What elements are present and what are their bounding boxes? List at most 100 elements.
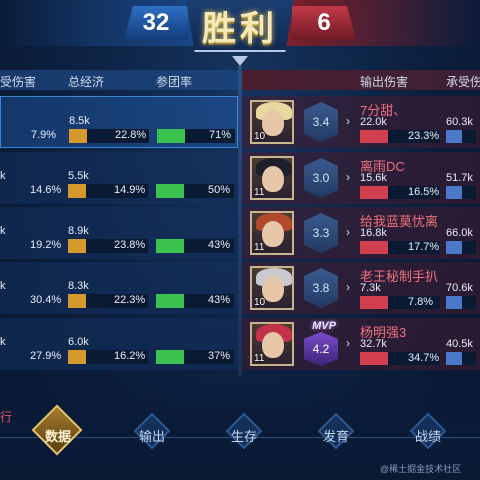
tab-survival[interactable]: 生存	[214, 412, 274, 458]
match-result-screen: 32 胜利 6 受伤害 总经济 参团率 输出伤害 承受伤 7.9% 8.5k 22.…	[0, 0, 480, 480]
damage-dealt-value: 7.3k	[360, 282, 381, 294]
victory-emblem: 胜利	[186, 0, 294, 52]
damage-taken-bar-fill	[446, 130, 462, 143]
player-row[interactable]: k 14.6% 5.5k 14.9% 50%	[0, 152, 238, 204]
enemy-player-row[interactable]: 11 MVP 4.2 › 杨明强3 32.7k 34.7% 40.5k	[242, 318, 480, 370]
participation-bar-fill	[156, 184, 184, 198]
rating-badge: 3.3	[304, 213, 338, 253]
damage-taken-pct: 30.4%	[30, 294, 62, 306]
enemy-player-row[interactable]: 11 3.0 › 离雨DC 15.6k 16.5% 51.7k	[242, 152, 480, 204]
damage-dealt-value: 32.7k	[360, 338, 387, 350]
gold-value: 8.5k	[69, 115, 90, 127]
chevron-right-icon[interactable]: ›	[346, 280, 350, 294]
hero-avatar: 11	[250, 322, 294, 366]
gold-bar-fill	[68, 294, 86, 308]
chevron-right-icon[interactable]: ›	[346, 225, 350, 239]
col-gold: 总经济	[68, 75, 105, 89]
damage-dealt-pct: 23.3%	[408, 130, 440, 142]
enemy-player-row[interactable]: 10 3.4 › 7分甜、 22.0k 23.3% 60.3k	[242, 96, 480, 148]
damage-taken-value: 40.5k	[446, 338, 473, 350]
chevron-right-icon[interactable]: ›	[346, 336, 350, 350]
tab-label: 发育	[322, 429, 349, 444]
rating-badge: 4.2	[304, 332, 338, 366]
left-column-header: 受伤害 总经济 参团率	[0, 70, 238, 90]
tab-data[interactable]: 数据	[28, 404, 88, 458]
tab-label: 战绩	[414, 429, 441, 444]
hero-face	[262, 110, 284, 136]
gold-pct: 16.2%	[114, 350, 146, 362]
participation-bar-fill	[156, 350, 184, 364]
damage-dealt-pct: 17.7%	[408, 241, 440, 253]
watermark: @稀土掘金技术社区	[380, 464, 462, 474]
participation-bar-fill	[156, 239, 184, 253]
blue-team-score: 32	[124, 6, 188, 40]
gold-value: 8.9k	[68, 225, 89, 237]
gold-value: 6.0k	[68, 336, 89, 348]
damage-taken-bar-fill	[446, 352, 462, 365]
damage-dealt-value: 15.6k	[360, 172, 387, 184]
hero-avatar: 10	[250, 266, 294, 310]
damage-taken-value: 60.3k	[446, 116, 473, 128]
hero-face	[262, 166, 284, 192]
chevron-right-icon[interactable]: ›	[346, 170, 350, 184]
damage-taken-bar-fill	[446, 296, 462, 309]
tab-label: 生存	[230, 429, 257, 444]
gold-value: 8.3k	[68, 280, 89, 292]
damage-taken-pct: 7.9%	[31, 129, 57, 141]
damage-taken-value: k	[0, 225, 6, 237]
tab-output[interactable]: 输出	[122, 412, 182, 458]
damage-taken-value: 70.6k	[446, 282, 473, 294]
damage-dealt-value: 16.8k	[360, 227, 387, 239]
player-row[interactable]: k 30.4% 8.3k 22.3% 43%	[0, 262, 238, 314]
gold-bar-fill	[68, 350, 86, 364]
hero-avatar: 11	[250, 156, 294, 200]
damage-dealt-bar-fill	[360, 241, 388, 254]
player-row[interactable]: k 19.2% 8.9k 23.8% 43%	[0, 207, 238, 259]
damage-taken-bar	[446, 296, 476, 309]
damage-taken-value: k	[0, 170, 6, 182]
damage-taken-pct: 27.9%	[30, 350, 62, 362]
damage-taken-bar	[446, 241, 476, 254]
damage-taken-value: 51.7k	[446, 172, 473, 184]
gold-bar-fill	[68, 239, 86, 253]
damage-taken-value: 66.0k	[446, 227, 473, 239]
player-row[interactable]: 7.9% 8.5k 22.8% 71%	[0, 96, 238, 148]
damage-taken-value: k	[0, 336, 6, 348]
participation-pct: 71%	[209, 129, 232, 141]
damage-taken-pct: 14.6%	[30, 184, 62, 196]
rating-badge: 3.4	[304, 102, 338, 142]
score-header: 32 胜利 6	[0, 0, 480, 66]
col-damage-taken-partial: 受伤害	[0, 75, 37, 89]
damage-dealt-pct: 7.8%	[408, 296, 434, 308]
damage-dealt-bar-fill	[360, 352, 388, 365]
hero-level: 11	[254, 353, 265, 364]
player-row[interactable]: k 27.9% 6.0k 16.2% 37%	[0, 318, 238, 370]
enemy-player-row[interactable]: 10 3.8 › 老王秘制手扒 7.3k 7.8% 70.6k	[242, 262, 480, 314]
rating-badge: 3.8	[304, 268, 338, 308]
gold-pct: 22.8%	[115, 129, 147, 141]
tab-growth[interactable]: 发育	[306, 412, 366, 458]
hero-face	[262, 332, 284, 358]
damage-dealt-bar-fill	[360, 186, 388, 199]
tab-record[interactable]: 战绩	[398, 412, 458, 458]
chevron-right-icon[interactable]: ›	[346, 114, 350, 128]
emblem-arrow-icon	[232, 56, 248, 66]
damage-taken-value: k	[0, 280, 6, 292]
hero-level: 10	[254, 297, 266, 308]
gold-pct: 23.8%	[114, 239, 146, 251]
side-tag: 行	[0, 410, 13, 424]
result-title: 胜利	[202, 8, 278, 49]
col-damage-dealt: 输出伤害	[360, 75, 409, 89]
hero-level: 10	[254, 131, 266, 142]
participation-pct: 43%	[208, 294, 231, 306]
gold-bar-fill	[69, 129, 87, 143]
enemy-player-row[interactable]: 11 3.3 › 给我蓝莫忧离 16.8k 17.7% 66.0k	[242, 207, 480, 259]
tab-label: 输出	[138, 429, 165, 444]
participation-bar-fill	[156, 294, 184, 308]
col-participation: 参团率	[156, 75, 193, 89]
damage-taken-bar	[446, 186, 476, 199]
hero-level: 11	[254, 187, 265, 198]
damage-taken-bar	[446, 352, 476, 365]
damage-dealt-bar-fill	[360, 130, 388, 143]
participation-pct: 37%	[208, 350, 231, 362]
